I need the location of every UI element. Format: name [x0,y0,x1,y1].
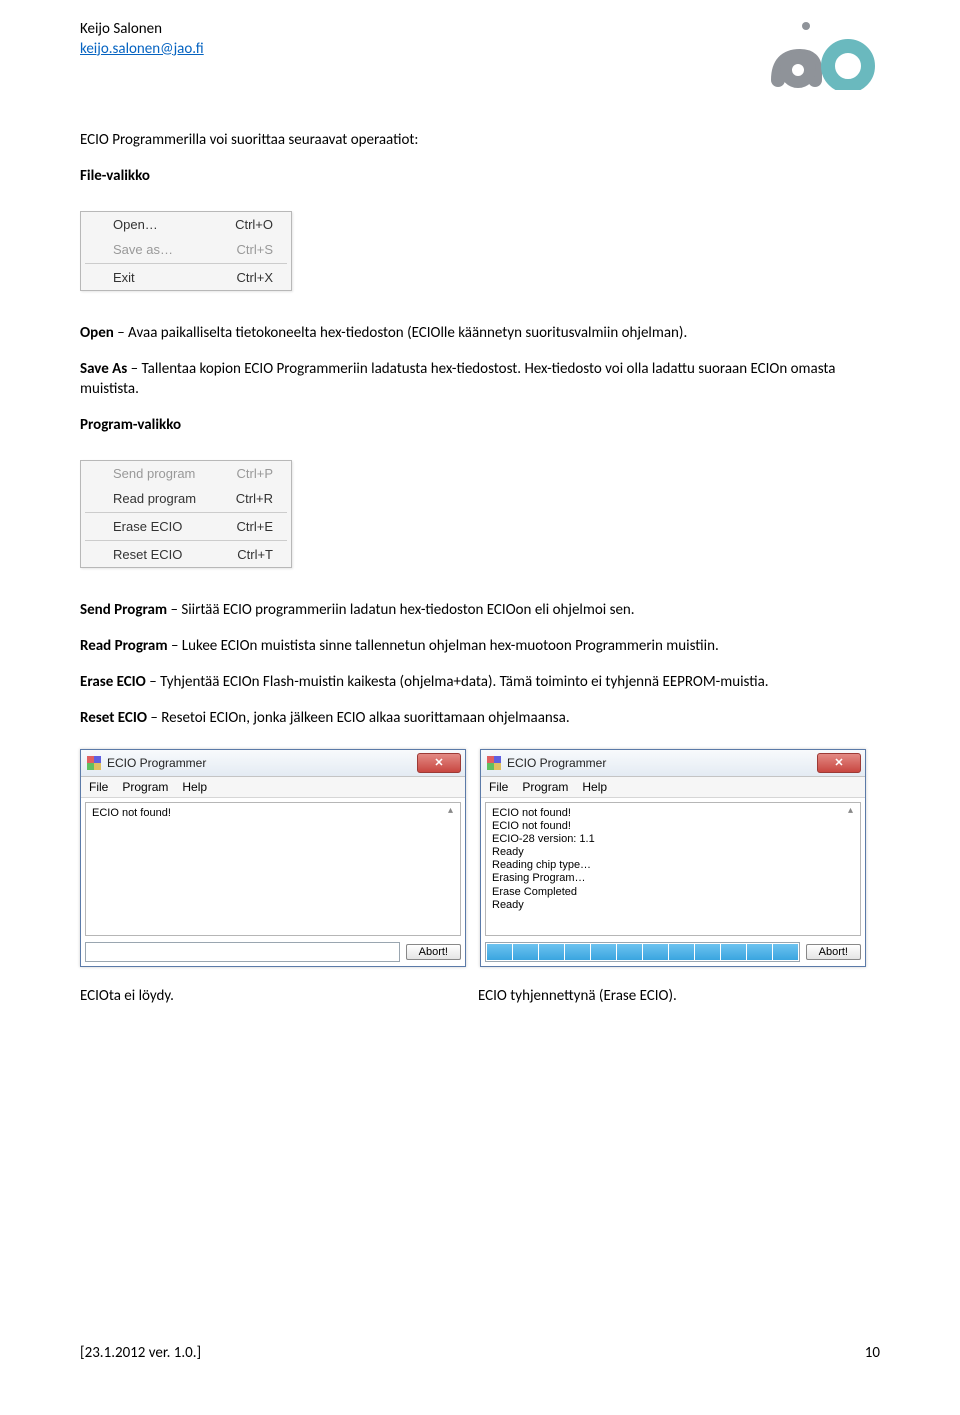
author-name: Keijo Salonen [80,20,204,40]
titlebar: ECIO Programmer ✕ [481,750,865,777]
menu-separator [85,263,287,264]
screenshot-row: ECIO Programmer ✕ File Program Help ECIO… [80,749,880,967]
menu-item-shortcut: Ctrl+E [237,519,273,534]
status-line: Ready [492,899,854,912]
save-as-text: – Tallentaa kopion ECIO Programmeriin la… [80,360,835,398]
window-title: ECIO Programmer [507,756,817,770]
menu-help[interactable]: Help [582,780,607,794]
reset-label: Reset ECIO [80,709,147,727]
progress-bar [85,942,400,962]
menu-program[interactable]: Program [522,780,568,794]
menu-program[interactable]: Program [122,780,168,794]
ecio-window-left: ECIO Programmer ✕ File Program Help ECIO… [80,749,466,967]
close-button[interactable]: ✕ [417,753,461,773]
intro-text: ECIO Programmerilla voi suorittaa seuraa… [80,130,880,150]
menubar: File Program Help [481,777,865,798]
menu-item-label: Read program [113,491,196,506]
menu-item-read-program[interactable]: Read program Ctrl+R [81,486,291,511]
reset-desc: Reset ECIO – Resetoi ECIOn, jonka jälkee… [80,708,880,728]
logo-ao [760,20,880,90]
status-line: Erase Completed [492,886,854,899]
status-line: ECIO not found! [492,820,854,833]
menu-item-shortcut: Ctrl+X [237,270,273,285]
reset-text: – Resetoi ECIOn, jonka jälkeen ECIO alka… [147,709,570,727]
erase-text: – Tyhjentää ECIOn Flash-muistin kaikesta… [146,673,769,691]
send-desc: Send Program – Siirtää ECIO programmerii… [80,600,880,620]
app-icon [87,756,101,770]
open-desc: Open – Avaa paikalliselta tietokoneelta … [80,323,880,343]
status-line: ECIO not found! [492,807,854,820]
titlebar: ECIO Programmer ✕ [81,750,465,777]
menu-separator [85,540,287,541]
menu-item-label: Save as… [113,242,173,257]
page-header: Keijo Salonen keijo.salonen@jao.fi [80,20,880,90]
ecio-window-right: ECIO Programmer ✕ File Program Help ECIO… [480,749,866,967]
window-title: ECIO Programmer [107,756,417,770]
abort-button[interactable]: Abort! [806,944,861,960]
author-block: Keijo Salonen keijo.salonen@jao.fi [80,20,204,59]
read-text: – Lukee ECIOn muistista sinne tallennetu… [168,637,719,655]
status-line: Reading chip type… [492,859,854,872]
footer-page: 10 [865,1344,880,1362]
abort-button[interactable]: Abort! [406,944,461,960]
menu-item-label: Erase ECIO [113,519,182,534]
status-listbox[interactable]: ECIO not found! ▴ [85,802,461,936]
menubar: File Program Help [81,777,465,798]
open-label: Open [80,324,114,342]
menu-item-erase-ecio[interactable]: Erase ECIO Ctrl+E [81,514,291,539]
close-button[interactable]: ✕ [817,753,861,773]
menu-item-exit[interactable]: Exit Ctrl+X [81,265,291,290]
menu-item-shortcut: Ctrl+T [237,547,273,562]
status-line: ECIO-28 version: 1.1 [492,833,854,846]
program-menu: Send program Ctrl+P Read program Ctrl+R … [80,460,292,568]
caption-row: ECIOta ei löydy. ECIO tyhjennettynä (Era… [80,987,880,1005]
menu-item-label: Send program [113,466,195,481]
caption-right: ECIO tyhjennettynä (Erase ECIO). [478,987,862,1005]
menu-item-label: Reset ECIO [113,547,182,562]
send-label: Send Program [80,601,167,619]
scroll-arrow-icon: ▴ [448,805,458,817]
scroll-arrow-icon: ▴ [848,805,858,817]
erase-desc: Erase ECIO – Tyhjentää ECIOn Flash-muist… [80,672,880,692]
read-label: Read Program [80,637,168,655]
menu-item-label: Exit [113,270,135,285]
menu-item-shortcut: Ctrl+O [235,217,273,232]
close-icon: ✕ [434,756,443,769]
page-footer: [23.1.2012 ver. 1.0.] 10 [80,1344,880,1362]
menu-item-save-as[interactable]: Save as… Ctrl+S [81,237,291,262]
status-line: Ready [492,846,854,859]
read-desc: Read Program – Lukee ECIOn muistista sin… [80,636,880,656]
status-line: Erasing Program… [492,872,854,885]
send-text: – Siirtää ECIO programmeriin ladatun hex… [167,601,635,619]
save-as-label: Save As [80,360,127,378]
caption-left: ECIOta ei löydy. [80,987,464,1005]
menu-item-reset-ecio[interactable]: Reset ECIO Ctrl+T [81,542,291,567]
menu-item-label: Open… [113,217,158,232]
status-listbox[interactable]: ECIO not found! ECIO not found! ECIO-28 … [485,802,861,936]
menu-separator [85,512,287,513]
menu-file[interactable]: File [89,780,108,794]
save-as-desc: Save As – Tallentaa kopion ECIO Programm… [80,359,880,400]
file-heading: File-valikko [80,166,880,186]
menu-item-send-program[interactable]: Send program Ctrl+P [81,461,291,486]
footer-version: [23.1.2012 ver. 1.0.] [80,1344,201,1362]
menu-item-shortcut: Ctrl+S [237,242,273,257]
open-text: – Avaa paikalliselta tietokoneelta hex-t… [114,324,687,342]
close-icon: ✕ [834,756,843,769]
status-line: ECIO not found! [92,807,454,820]
program-heading: Program-valikko [80,415,880,435]
progress-bar [485,942,800,962]
app-icon [487,756,501,770]
file-menu: Open… Ctrl+O Save as… Ctrl+S Exit Ctrl+X [80,211,292,291]
author-email[interactable]: keijo.salonen@jao.fi [80,40,204,58]
menu-file[interactable]: File [489,780,508,794]
menu-item-shortcut: Ctrl+P [237,466,273,481]
menu-item-shortcut: Ctrl+R [236,491,273,506]
menu-item-open[interactable]: Open… Ctrl+O [81,212,291,237]
menu-help[interactable]: Help [182,780,207,794]
erase-label: Erase ECIO [80,673,146,691]
